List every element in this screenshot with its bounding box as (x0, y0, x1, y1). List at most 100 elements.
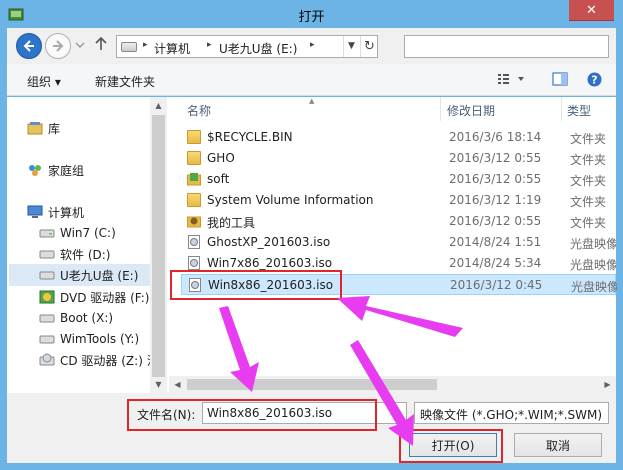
file-row[interactable]: GHO 2016/3/12 0:55 文件夹 (181, 148, 616, 169)
nav-item-boot-x[interactable]: Boot (X:) (39, 307, 113, 329)
file-row[interactable]: Win7x86_201603.iso 2014/8/24 5:34 光盘映像文件 (181, 253, 616, 274)
file-date: 2016/3/12 0:55 (449, 214, 542, 228)
file-type: 文件夹 (570, 216, 607, 230)
file-type: 文件夹 (570, 132, 607, 146)
folder-icon (187, 130, 201, 144)
file-row[interactable]: soft 2016/3/12 0:55 文件夹 (181, 169, 616, 190)
file-type: 光盘映像文件 (570, 258, 616, 272)
help-icon[interactable]: ? (587, 72, 602, 87)
nav-item-cd-z[interactable]: CD 驱动器 (Z:) 泪 (39, 349, 159, 371)
nav-item-computer[interactable]: 计算机 (27, 201, 84, 223)
nav-scrollbar[interactable]: ▲ ▼ (150, 97, 167, 393)
scroll-right-icon[interactable]: ▶ (599, 376, 616, 393)
file-type: 文件夹 (570, 195, 607, 209)
file-name: $RECYCLE.BIN (207, 130, 293, 144)
horizontal-scroll-thumb[interactable] (187, 379, 437, 390)
filetype-select[interactable]: 映像文件 (*.GHO;*.WIM;*.SWM) (414, 402, 609, 424)
svg-text:?: ? (591, 74, 597, 87)
horizontal-scrollbar[interactable]: ◀ ▶ (169, 376, 616, 393)
nav-item-library[interactable]: 库 (27, 117, 60, 139)
file-row[interactable]: 我的工具 2016/3/12 0:55 文件夹 (181, 211, 616, 232)
new-folder-button[interactable]: 新建文件夹 (95, 73, 155, 90)
column-header-date[interactable]: 修改日期 (447, 102, 495, 119)
preview-pane-icon[interactable] (552, 72, 568, 86)
filename-input[interactable]: Win8x86_201603.iso (202, 402, 407, 424)
close-icon: ✕ (586, 2, 597, 18)
nav-item-label: Win7 (C:) (60, 226, 116, 240)
folder-green-icon (187, 173, 201, 186)
window-title: 打开 (298, 10, 325, 25)
title-bar: 打开 ✕ (0, 0, 623, 28)
drive-icon (39, 250, 55, 259)
refresh-icon[interactable]: ↻ (360, 36, 378, 57)
back-button[interactable] (16, 33, 42, 59)
iso-icon (188, 256, 200, 270)
file-date: 2016/3/12 0:55 (449, 151, 542, 165)
column-divider[interactable] (561, 97, 562, 121)
cd-icon (39, 353, 55, 366)
navigation-pane: 库 家庭组 计算机 Win7 (C:) 软件 (D:) U老九U盘 (E:) D… (7, 97, 167, 393)
file-date: 2016/3/12 0:45 (450, 278, 543, 292)
nav-item-homegroup[interactable]: 家庭组 (27, 159, 84, 181)
drive-icon (121, 42, 137, 52)
nav-item-dvd-f[interactable]: DVD 驱动器 (F:) (39, 286, 150, 308)
column-header-type[interactable]: 类型 (567, 102, 591, 119)
file-row[interactable]: GhostXP_201603.iso 2014/8/24 1:51 光盘映像文件 (181, 232, 616, 253)
breadcrumb-drive[interactable]: U老九U盘 (E:) (219, 40, 297, 57)
arrow-right-icon (53, 40, 64, 52)
recent-locations-dropdown[interactable] (74, 39, 86, 51)
file-date: 2014/8/24 1:51 (449, 235, 542, 249)
chevron-down-icon[interactable]: ▼ (343, 36, 359, 57)
scroll-up-icon[interactable]: ▲ (150, 97, 167, 114)
up-button[interactable] (93, 36, 109, 56)
cancel-button[interactable]: 取消 (514, 433, 602, 457)
nav-item-label: 家庭组 (48, 163, 85, 178)
address-bar[interactable]: ▸ 计算机 ▸ U老九U盘 (E:) ▸ ▼ ↻ (116, 35, 378, 58)
view-options-icon[interactable] (497, 72, 527, 86)
search-input[interactable] (404, 35, 609, 58)
file-type: 光盘映像文件 (570, 237, 616, 251)
arrow-left-icon (23, 40, 34, 52)
file-type: 光盘映像文件 (571, 280, 617, 294)
drive-icon (39, 229, 55, 238)
nav-item-label: DVD 驱动器 (F:) (60, 290, 150, 305)
library-icon (27, 122, 43, 135)
file-name: Win7x86_201603.iso (207, 256, 333, 270)
folder-tools-icon (187, 216, 201, 228)
drive-icon (39, 335, 55, 344)
scroll-down-icon[interactable]: ▼ (150, 376, 167, 393)
file-list: ▲ 名称 修改日期 类型 $RECYCLE.BIN 2016/3/6 18:14… (169, 97, 617, 393)
file-row[interactable]: $RECYCLE.BIN 2016/3/6 18:14 文件夹 (181, 127, 616, 148)
drive-icon (39, 271, 55, 280)
nav-item-label: CD 驱动器 (Z:) 泪 (60, 353, 159, 368)
forward-button[interactable] (45, 33, 71, 59)
close-button[interactable]: ✕ (569, 0, 614, 21)
nav-item-label: Boot (X:) (60, 311, 114, 325)
file-date: 2016/3/12 0:55 (449, 172, 542, 186)
nav-item-label: 软件 (D:) (60, 247, 111, 262)
filename-label: 文件名(N): (137, 408, 196, 422)
file-date: 2016/3/6 18:14 (449, 130, 542, 144)
breadcrumb-computer[interactable]: 计算机 (154, 40, 190, 57)
sort-indicator-icon: ▲ (309, 97, 315, 105)
nav-item-drive-c[interactable]: Win7 (C:) (39, 222, 116, 244)
nav-item-label: 库 (48, 121, 61, 136)
nav-item-label: U老九U盘 (E:) (60, 268, 139, 283)
file-date: 2016/3/12 1:19 (449, 193, 542, 207)
file-row-selected[interactable]: Win8x86_201603.iso 2016/3/12 0:45 光盘映像文件 (181, 274, 617, 295)
nav-item-wimtools-y[interactable]: WimTools (Y:) (39, 328, 139, 350)
homegroup-icon (29, 165, 41, 176)
nav-scroll-thumb[interactable] (152, 115, 165, 377)
organize-button[interactable]: 组织 ▾ (27, 73, 61, 90)
open-button[interactable]: 打开(O) (409, 433, 497, 457)
file-name: System Volume Information (207, 193, 374, 207)
dvd-icon (39, 290, 55, 304)
column-divider[interactable] (440, 97, 441, 121)
nav-item-drive-e[interactable]: U老九U盘 (E:) (9, 264, 150, 286)
scroll-left-icon[interactable]: ◀ (169, 376, 186, 393)
column-header-name[interactable]: 名称 (187, 102, 211, 119)
file-type: 文件夹 (570, 174, 607, 188)
file-name: GhostXP_201603.iso (207, 235, 331, 249)
file-row[interactable]: System Volume Information 2016/3/12 1:19… (181, 190, 616, 211)
nav-item-drive-d[interactable]: 软件 (D:) (39, 243, 110, 265)
